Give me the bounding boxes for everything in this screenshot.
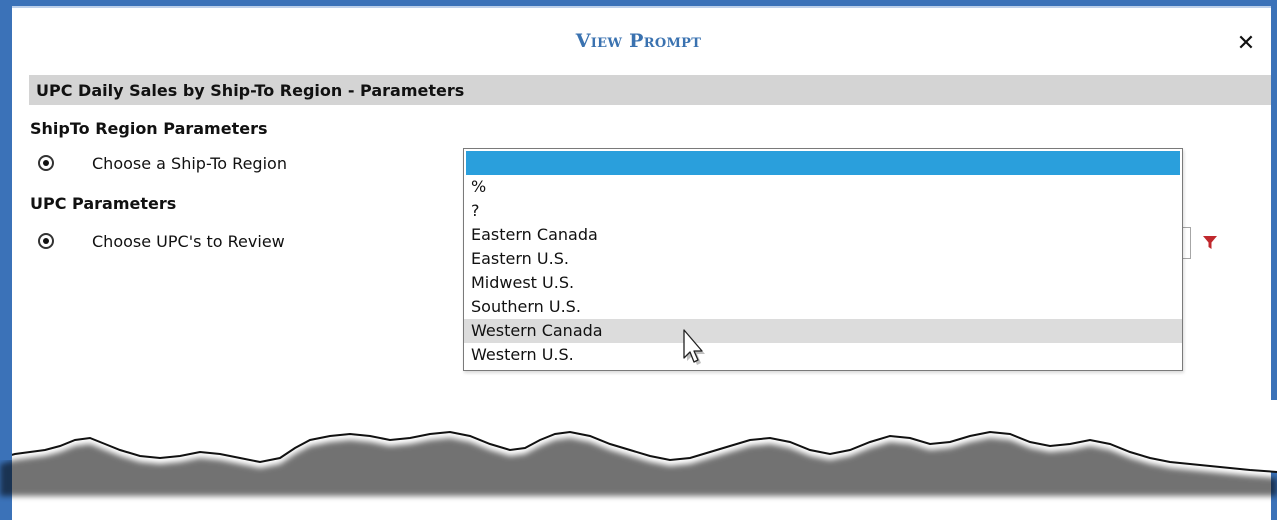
frame-highlight (12, 6, 1271, 8)
section-title-upc: UPC Parameters (30, 194, 177, 213)
region-dropdown-list[interactable]: % ? Eastern Canada Eastern U.S. Midwest … (463, 148, 1183, 371)
dropdown-option-southern-us[interactable]: Southern U.S. (464, 295, 1182, 319)
dialog-title: View Prompt (575, 30, 702, 52)
report-title: UPC Daily Sales by Ship-To Region - Para… (36, 81, 465, 100)
region-radio-button[interactable] (38, 155, 54, 171)
dropdown-option-eastern-canada[interactable]: Eastern Canada (464, 223, 1182, 247)
dropdown-option-question[interactable]: ? (464, 199, 1182, 223)
dropdown-option-western-us[interactable]: Western U.S. (464, 343, 1182, 367)
dropdown-option-eastern-us[interactable]: Eastern U.S. (464, 247, 1182, 271)
upc-radio-button[interactable] (38, 233, 54, 249)
section-title-region: ShipTo Region Parameters (30, 119, 268, 138)
dropdown-option-percent[interactable]: % (464, 175, 1182, 199)
dropdown-option-midwest-us[interactable]: Midwest U.S. (464, 271, 1182, 295)
region-param-label: Choose a Ship-To Region (92, 154, 287, 173)
upc-param-label: Choose UPC's to Review (92, 232, 285, 251)
dropdown-selected-value[interactable] (466, 151, 1180, 175)
torn-paper-edge (0, 400, 1277, 496)
filter-icon[interactable] (1202, 235, 1218, 251)
close-icon[interactable]: ✕ (1235, 33, 1257, 55)
dropdown-option-western-canada[interactable]: Western Canada (464, 319, 1182, 343)
